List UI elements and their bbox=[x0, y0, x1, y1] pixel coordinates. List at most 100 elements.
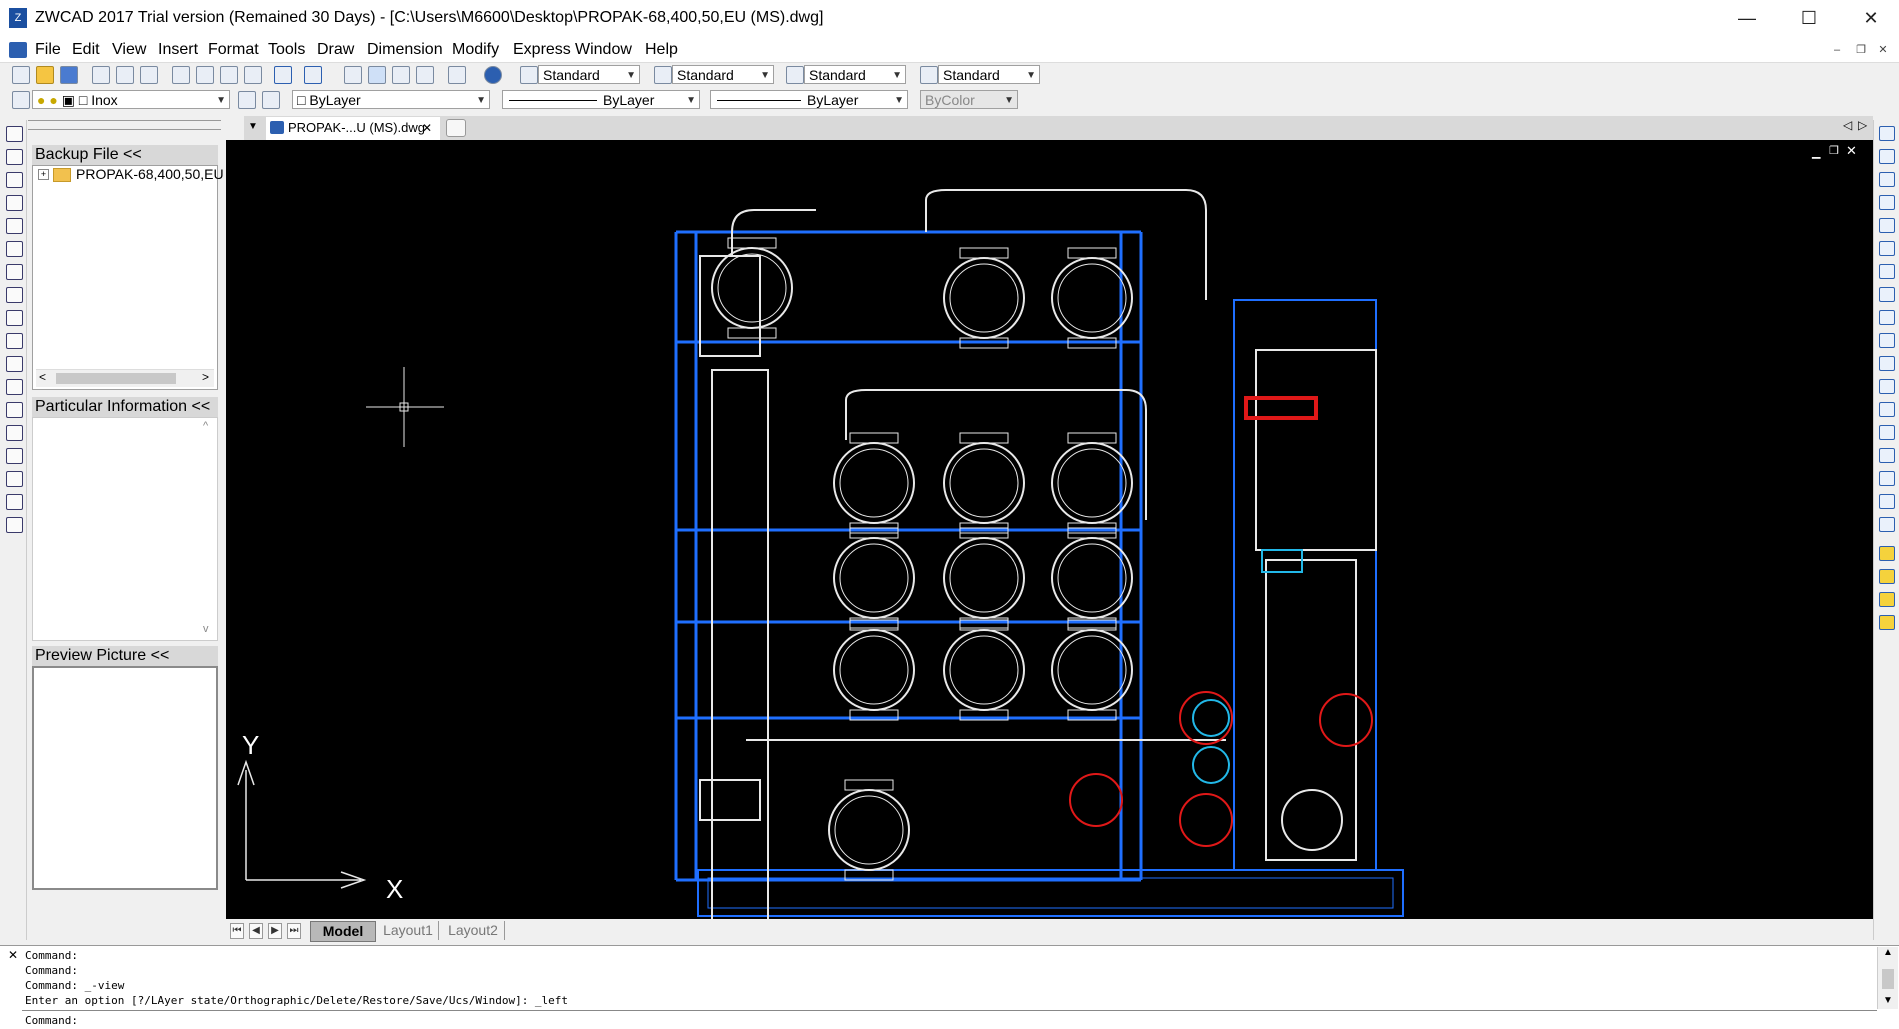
tab-layout2[interactable]: Layout2 bbox=[442, 921, 505, 940]
doc-close-icon[interactable]: ✕ bbox=[1875, 42, 1891, 58]
menu-dimension[interactable]: Dimension bbox=[367, 41, 443, 59]
close-button[interactable]: ✕ bbox=[1843, 0, 1899, 38]
backup-file-header[interactable]: Backup File << bbox=[32, 145, 218, 165]
document-tab[interactable]: PROPAK-...U (MS).dwg ✕ bbox=[266, 117, 440, 140]
scroll-down-icon[interactable]: ▼ bbox=[1883, 995, 1893, 1006]
linetype-select[interactable]: ByLayer ▼ bbox=[502, 90, 700, 109]
redo-icon[interactable] bbox=[304, 66, 322, 84]
insert-block-icon[interactable] bbox=[6, 379, 23, 395]
xline-icon[interactable] bbox=[6, 149, 23, 165]
spline-icon[interactable] bbox=[6, 310, 23, 326]
layer-previous-icon[interactable] bbox=[262, 91, 280, 109]
menu-tools[interactable]: Tools bbox=[268, 41, 305, 59]
tab-scroll-left-icon[interactable]: ◁ bbox=[1843, 118, 1855, 136]
tab-model[interactable]: Model bbox=[310, 921, 376, 942]
polyline-icon[interactable] bbox=[6, 172, 23, 188]
menu-format[interactable]: Format bbox=[208, 41, 259, 59]
layer-manager-icon[interactable] bbox=[12, 91, 30, 109]
match-properties-icon[interactable] bbox=[244, 66, 262, 84]
arc-icon[interactable] bbox=[6, 241, 23, 257]
menu-view[interactable]: View bbox=[112, 41, 146, 59]
close-tab-icon[interactable]: ✕ bbox=[422, 117, 432, 139]
particular-info-header[interactable]: Particular Information << bbox=[32, 397, 218, 417]
print-preview-icon[interactable] bbox=[116, 66, 134, 84]
properties-icon[interactable] bbox=[448, 66, 466, 84]
circle-icon[interactable] bbox=[6, 264, 23, 280]
zoom-previous-icon[interactable] bbox=[416, 66, 434, 84]
menu-window[interactable]: Window bbox=[575, 41, 632, 59]
trim-icon[interactable] bbox=[1879, 333, 1895, 348]
array-icon[interactable] bbox=[1879, 218, 1895, 233]
move-icon[interactable] bbox=[1879, 241, 1895, 256]
tree-item-label[interactable]: PROPAK-68,400,50,EU bbox=[76, 166, 224, 182]
layer-on-icon[interactable] bbox=[1879, 615, 1895, 630]
rectangle-icon[interactable] bbox=[6, 218, 23, 234]
layer-select[interactable]: ● ● ▣ □ Inox ▼ bbox=[32, 90, 230, 109]
scroll-up-icon[interactable]: ^ bbox=[203, 420, 208, 432]
scroll-thumb[interactable] bbox=[1882, 969, 1894, 989]
minimize-button[interactable]: — bbox=[1719, 0, 1775, 38]
table-style-select[interactable]: Standard ▼ bbox=[804, 65, 906, 84]
print-icon[interactable] bbox=[92, 66, 110, 84]
menu-draw[interactable]: Draw bbox=[317, 41, 354, 59]
chamfer-icon[interactable] bbox=[1879, 448, 1895, 463]
menu-express[interactable]: Express bbox=[513, 41, 571, 59]
scroll-thumb[interactable] bbox=[56, 373, 176, 384]
ellipse-icon[interactable] bbox=[6, 333, 23, 349]
make-block-icon[interactable] bbox=[6, 402, 23, 418]
viewport-minimize-icon[interactable]: ▁ bbox=[1812, 146, 1820, 159]
tab-scroll-right-icon[interactable]: ▷ bbox=[1858, 118, 1870, 136]
maximize-button[interactable]: ☐ bbox=[1781, 0, 1837, 38]
layer-unisolate-icon[interactable] bbox=[1879, 569, 1895, 584]
rotate-icon[interactable] bbox=[1879, 264, 1895, 279]
cloud-icon[interactable] bbox=[6, 287, 23, 303]
panel-grip[interactable] bbox=[28, 120, 221, 130]
point-icon[interactable] bbox=[6, 425, 23, 441]
menu-edit[interactable]: Edit bbox=[72, 41, 100, 59]
break-icon[interactable] bbox=[1879, 379, 1895, 394]
zoom-realtime-icon[interactable] bbox=[368, 66, 386, 84]
menu-help[interactable]: Help bbox=[645, 41, 678, 59]
zwcad-logo-icon[interactable]: Z bbox=[9, 8, 27, 28]
erase-icon[interactable] bbox=[1879, 126, 1895, 141]
line-icon[interactable] bbox=[6, 126, 23, 142]
mtext-icon[interactable] bbox=[6, 517, 23, 533]
text-style-select[interactable]: Standard ▼ bbox=[538, 65, 640, 84]
color-select[interactable]: □ ByLayer ▼ bbox=[292, 90, 490, 109]
paste-icon[interactable] bbox=[220, 66, 238, 84]
pan-icon[interactable] bbox=[344, 66, 362, 84]
scale-icon[interactable] bbox=[1879, 287, 1895, 302]
mirror-icon[interactable] bbox=[1879, 172, 1895, 187]
first-layout-icon[interactable]: ⏮ bbox=[230, 923, 244, 939]
offset-icon[interactable] bbox=[1879, 195, 1895, 210]
preview-picture-header[interactable]: Preview Picture << bbox=[32, 646, 218, 666]
document-menu-icon[interactable] bbox=[9, 42, 27, 58]
dim-style-select[interactable]: Standard ▼ bbox=[672, 65, 774, 84]
prev-layout-icon[interactable]: ◀ bbox=[249, 923, 263, 939]
ellipse-arc-icon[interactable] bbox=[6, 356, 23, 372]
fillet-icon[interactable] bbox=[1879, 471, 1895, 486]
join-icon[interactable] bbox=[1879, 425, 1895, 440]
menu-insert[interactable]: Insert bbox=[158, 41, 198, 59]
tab-layout1[interactable]: Layout1 bbox=[378, 921, 439, 940]
copy-icon[interactable] bbox=[1879, 149, 1895, 164]
make-current-layer-icon[interactable] bbox=[238, 91, 256, 109]
explode-icon[interactable] bbox=[1879, 494, 1895, 509]
scroll-up-icon[interactable]: ▲ bbox=[1883, 947, 1893, 958]
break-at-point-icon[interactable] bbox=[1879, 402, 1895, 417]
command-scrollbar[interactable]: ▲ ▼ bbox=[1877, 947, 1898, 1009]
polygon-icon[interactable] bbox=[6, 195, 23, 211]
lineweight-select[interactable]: ByLayer ▼ bbox=[710, 90, 908, 109]
expand-icon[interactable]: + bbox=[38, 169, 49, 180]
tab-list-icon[interactable]: ▼ bbox=[248, 121, 258, 132]
hatch-icon[interactable] bbox=[6, 448, 23, 464]
last-layout-icon[interactable]: ⏭ bbox=[287, 923, 301, 939]
scroll-down-icon[interactable]: v bbox=[203, 623, 209, 635]
layer-iso-icon[interactable] bbox=[1879, 546, 1895, 561]
help-icon[interactable] bbox=[484, 66, 502, 84]
publish-icon[interactable] bbox=[140, 66, 158, 84]
mleader-style-select[interactable]: Standard ▼ bbox=[938, 65, 1040, 84]
next-layout-icon[interactable]: ▶ bbox=[268, 923, 282, 939]
edit-icon[interactable] bbox=[1879, 517, 1895, 532]
open-icon[interactable] bbox=[36, 66, 54, 84]
